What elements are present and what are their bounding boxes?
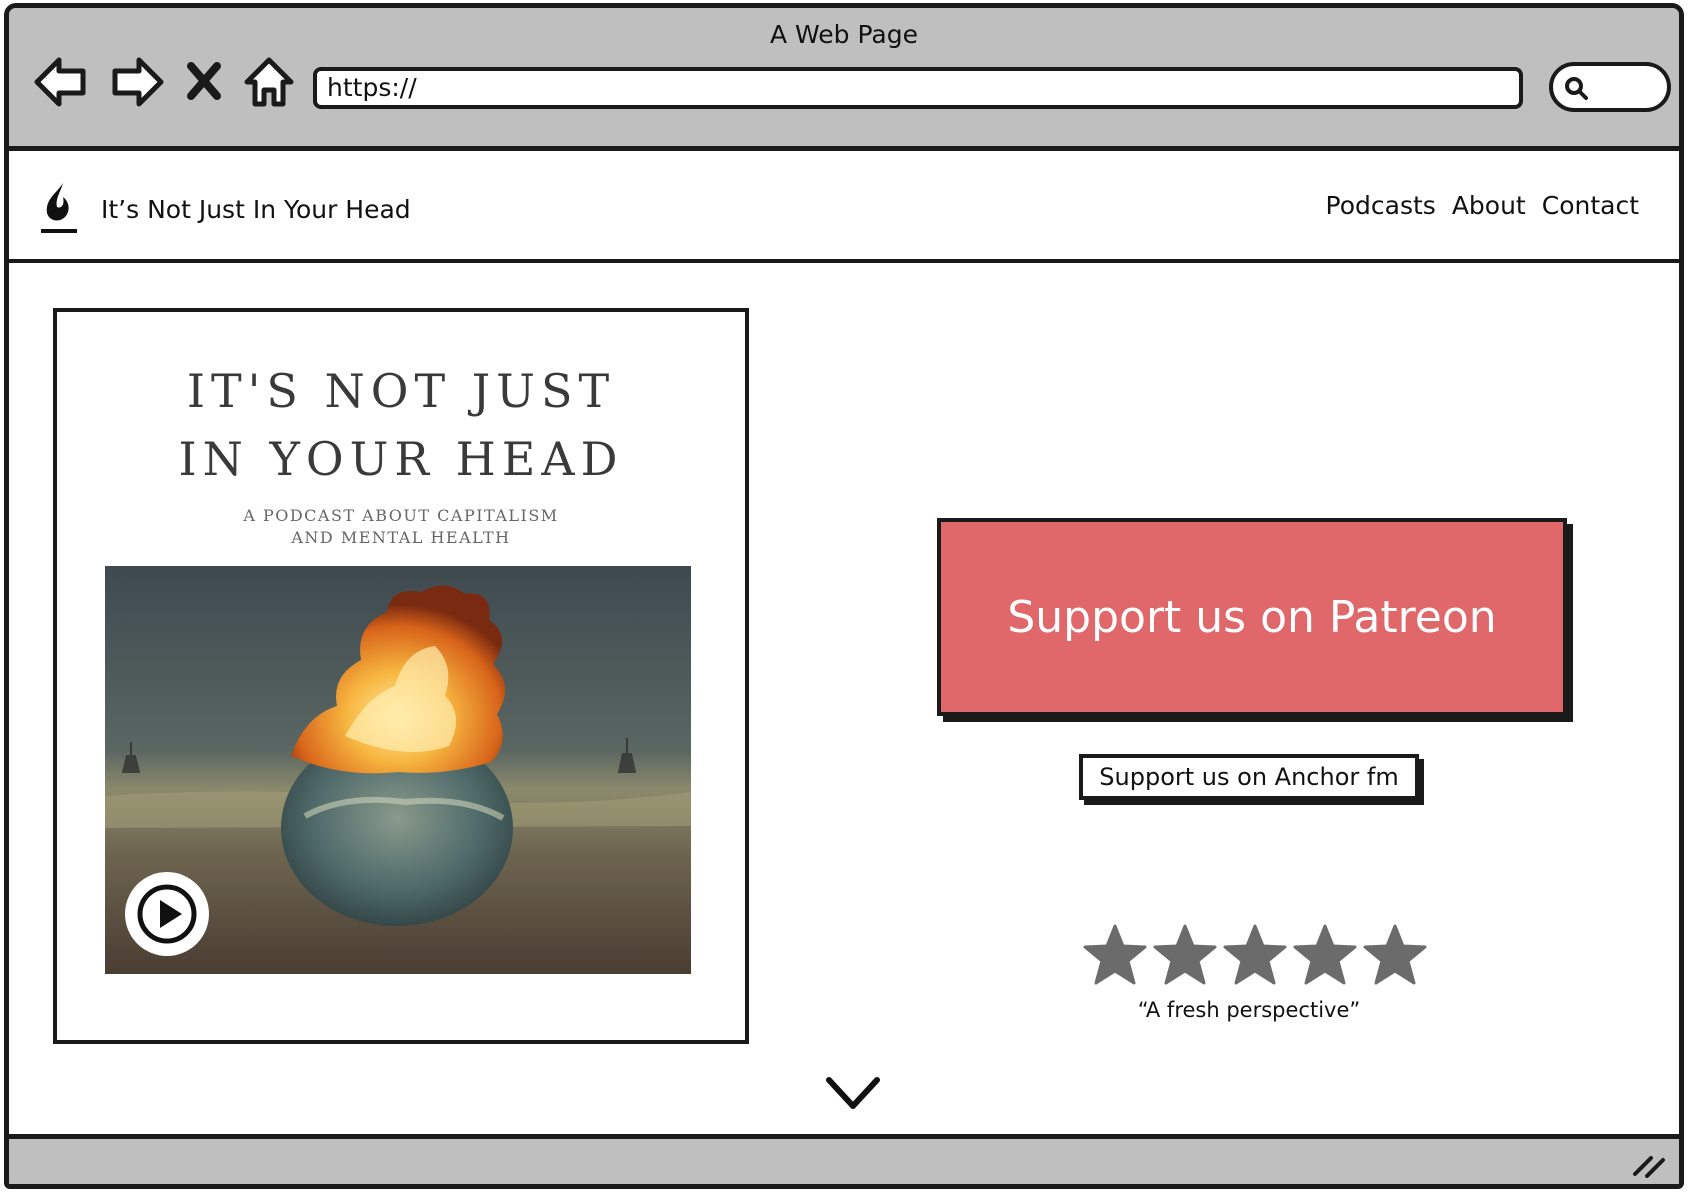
cover-title-line-2: IN YOUR HEAD — [178, 432, 624, 486]
home-icon[interactable] — [239, 54, 299, 110]
star-icon — [1293, 924, 1357, 986]
scroll-down-chevron-icon[interactable] — [825, 1074, 881, 1114]
star-icon — [1363, 924, 1427, 986]
rating-stars — [1083, 924, 1427, 986]
main-navigation: Podcasts About Contact — [1326, 191, 1639, 220]
star-icon — [1153, 924, 1217, 986]
nav-link-podcasts[interactable]: Podcasts — [1326, 191, 1436, 220]
podcast-cover-card: IT'S NOT JUST IN YOUR HEAD A PODCAST ABO… — [53, 308, 749, 1044]
support-patreon-button[interactable]: Support us on Patreon — [937, 518, 1567, 716]
search-icon — [1565, 77, 1588, 100]
browser-status-bar — [9, 1134, 1679, 1184]
window-title: A Web Page — [769, 20, 919, 49]
cover-subtitle-line-1: A PODCAST ABOUT CAPITALISM — [243, 506, 559, 525]
star-icon — [1083, 924, 1147, 986]
address-bar[interactable]: https:// — [313, 67, 1523, 109]
resize-grip-icon[interactable] — [1631, 1148, 1665, 1178]
flame-logo-icon[interactable] — [37, 179, 81, 235]
browser-search-field[interactable] — [1549, 62, 1671, 112]
forward-arrow-icon[interactable] — [107, 54, 167, 110]
play-icon — [127, 874, 207, 954]
support-anchor-button[interactable]: Support us on Anchor fm — [1079, 754, 1419, 800]
cover-subtitle-line-2: AND MENTAL HEALTH — [291, 528, 511, 547]
back-arrow-icon[interactable] — [31, 54, 91, 110]
cover-title-line-1: IT'S NOT JUST — [186, 364, 616, 418]
nav-link-contact[interactable]: Contact — [1542, 191, 1639, 220]
browser-window: A Web Page https:// It’s Not Just In You… — [4, 3, 1684, 1189]
stop-icon[interactable] — [181, 54, 227, 110]
review-quote: “A fresh perspective” — [1137, 998, 1361, 1022]
browser-toolbar: A Web Page https:// — [9, 8, 1679, 151]
star-icon — [1223, 924, 1287, 986]
play-button[interactable] — [125, 872, 209, 956]
nav-link-about[interactable]: About — [1452, 191, 1526, 220]
site-title[interactable]: It’s Not Just In Your Head — [101, 195, 411, 224]
site-header: It’s Not Just In Your Head Podcasts Abou… — [9, 151, 1679, 263]
